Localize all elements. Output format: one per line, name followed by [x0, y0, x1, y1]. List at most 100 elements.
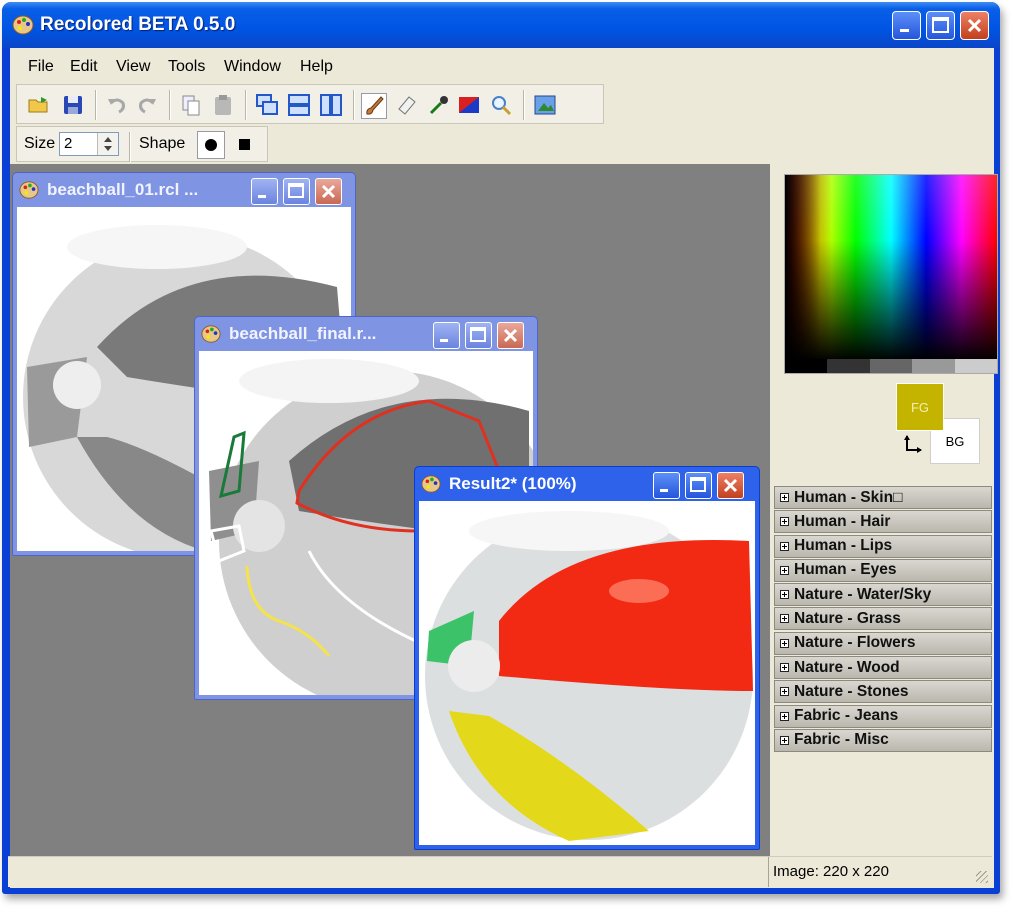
swap-colors-icon[interactable]: [902, 432, 926, 456]
window-title-bar[interactable]: Result2* (100%): [415, 467, 759, 501]
image-size-status: Image: 220 x 220: [768, 857, 889, 887]
mdi-workspace: beachball_01.rcl ... beachball_final.r..…: [10, 164, 770, 856]
palette-icon: [19, 181, 39, 199]
minimize-icon: [900, 29, 909, 32]
close-icon: [967, 18, 982, 33]
palette-nature-wood[interactable]: Nature - Wood: [774, 656, 992, 680]
recolored-beachball-image: [425, 511, 753, 841]
shape-label: Shape: [139, 135, 186, 152]
window-title: Result2* (100%): [449, 474, 577, 493]
menu-bar: File Edit View Tools Window Help: [10, 48, 994, 84]
size-value: 2: [64, 135, 73, 152]
minimize-button[interactable]: [251, 178, 278, 205]
palette-list: Human - Skin□ Human - Hair Human - Lips …: [774, 486, 992, 753]
stepper-arrows[interactable]: [97, 133, 118, 155]
window-title-bar[interactable]: beachball_01.rcl ...: [13, 173, 355, 207]
color-spectrum[interactable]: [785, 175, 997, 361]
color-picker[interactable]: [784, 174, 998, 374]
foreground-color-swatch[interactable]: FG: [896, 383, 944, 431]
expand-icon[interactable]: [780, 590, 789, 600]
tile-vertical-icon[interactable]: [319, 93, 343, 117]
expand-icon[interactable]: [780, 565, 789, 575]
expand-icon[interactable]: [780, 711, 789, 721]
expand-icon[interactable]: [780, 735, 789, 745]
palette-icon: [421, 475, 441, 493]
menu-tools[interactable]: Tools: [168, 58, 205, 76]
close-button[interactable]: [960, 11, 989, 40]
expand-icon[interactable]: [780, 517, 789, 527]
image-window-result2[interactable]: Result2* (100%): [414, 466, 760, 850]
open-icon[interactable]: [27, 93, 51, 117]
close-icon: [723, 478, 738, 493]
maximize-button[interactable]: [283, 178, 310, 205]
palette-nature-grass[interactable]: Nature - Grass: [774, 607, 992, 631]
minimize-icon: [440, 339, 448, 342]
palette-nature-stones[interactable]: Nature - Stones: [774, 680, 992, 704]
size-label: Size: [24, 135, 56, 152]
app-title: Recolored BETA 0.5.0: [40, 14, 236, 35]
tile-horizontal-icon[interactable]: [287, 93, 311, 117]
maximize-button[interactable]: [465, 322, 492, 349]
size-stepper[interactable]: 2: [59, 132, 119, 156]
palette-fabric-misc[interactable]: Fabric - Misc: [774, 728, 992, 752]
menu-edit[interactable]: Edit: [70, 58, 98, 76]
color-fill-icon[interactable]: [457, 93, 481, 117]
maximize-button[interactable]: [685, 472, 712, 499]
save-icon[interactable]: [61, 93, 85, 117]
close-button[interactable]: [497, 322, 524, 349]
minimize-icon: [258, 195, 266, 198]
paste-icon[interactable]: [211, 93, 235, 117]
resize-grip-icon[interactable]: [976, 871, 988, 883]
close-icon: [503, 328, 518, 343]
menu-file[interactable]: File: [28, 58, 54, 76]
gray-swatches[interactable]: [785, 359, 997, 373]
expand-icon[interactable]: [780, 687, 789, 697]
close-icon: [321, 184, 336, 199]
window-title: beachball_final.r...: [229, 324, 377, 343]
undo-icon[interactable]: [105, 93, 129, 117]
eyedropper-icon[interactable]: [427, 93, 451, 117]
close-button[interactable]: [315, 178, 342, 205]
zoom-icon[interactable]: [489, 93, 513, 117]
minimize-icon: [660, 489, 668, 492]
app-client: File Edit View Tools Window Help Size 2 …: [10, 48, 998, 888]
maximize-icon: [690, 477, 706, 492]
menu-view[interactable]: View: [116, 58, 150, 76]
menu-help[interactable]: Help: [300, 58, 333, 76]
status-bar: Image: 220 x 220: [8, 856, 992, 887]
minimize-button[interactable]: [892, 11, 921, 40]
redo-icon[interactable]: [135, 93, 159, 117]
palette-icon: [12, 15, 34, 35]
palette-human-eyes[interactable]: Human - Eyes: [774, 558, 992, 582]
expand-icon[interactable]: [780, 541, 789, 551]
menu-window[interactable]: Window: [224, 58, 281, 76]
maximize-icon: [932, 17, 949, 33]
expand-icon[interactable]: [780, 663, 789, 673]
palette-nature-flowers[interactable]: Nature - Flowers: [774, 631, 992, 655]
palette-human-lips[interactable]: Human - Lips: [774, 534, 992, 558]
eraser-icon[interactable]: [395, 93, 419, 117]
expand-icon[interactable]: [780, 493, 789, 502]
app-title-bar[interactable]: Recolored BETA 0.5.0: [2, 2, 1000, 48]
expand-icon[interactable]: [780, 638, 789, 648]
window-title: beachball_01.rcl ...: [47, 180, 199, 199]
window-title-bar[interactable]: beachball_final.r...: [195, 317, 537, 351]
image-canvas[interactable]: [419, 501, 755, 845]
palette-human-skin[interactable]: Human - Skin□: [774, 486, 992, 509]
minimize-button[interactable]: [433, 322, 460, 349]
brush-icon[interactable]: [361, 93, 387, 119]
minimize-button[interactable]: [653, 472, 680, 499]
preview-icon[interactable]: [533, 93, 557, 117]
cascade-icon[interactable]: [255, 93, 279, 117]
square-brush-icon[interactable]: [231, 131, 259, 159]
main-toolbar: [16, 84, 604, 124]
close-button[interactable]: [717, 472, 744, 499]
palette-fabric-jeans[interactable]: Fabric - Jeans: [774, 704, 992, 728]
expand-icon[interactable]: [780, 614, 789, 624]
copy-icon[interactable]: [179, 93, 203, 117]
palette-human-hair[interactable]: Human - Hair: [774, 510, 992, 534]
palette-nature-water-sky[interactable]: Nature - Water/Sky: [774, 583, 992, 607]
maximize-button[interactable]: [926, 11, 955, 40]
maximize-icon: [470, 327, 486, 342]
round-brush-icon[interactable]: [197, 131, 225, 159]
